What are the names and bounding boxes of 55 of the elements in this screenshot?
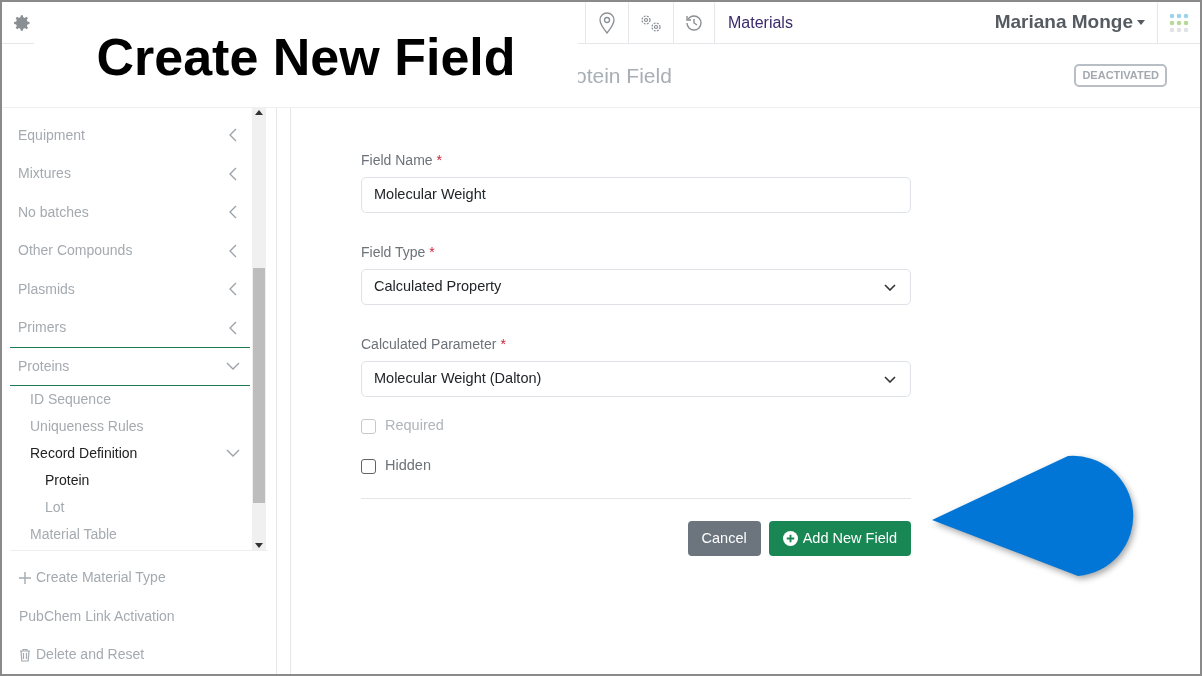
chevron-left-icon[interactable] [229,166,237,181]
chevron-down-icon[interactable] [226,449,240,457]
required-asterisk: * [500,335,506,352]
field-label: Field Type [361,243,426,260]
scroll-up-icon[interactable] [255,110,263,115]
checkbox[interactable] [361,458,376,474]
chevron-left-icon[interactable] [229,205,237,220]
chevron-left-icon[interactable] [229,282,237,297]
input-field[interactable]: Molecular Weight [361,177,911,213]
scrollbar[interactable] [252,108,266,550]
sidebar-item[interactable]: Proteins [18,355,70,377]
sidebar-item[interactable]: Protein [45,469,90,491]
select-field[interactable]: Molecular Weight (Dalton) [361,361,911,397]
select-field[interactable]: Calculated Property [361,269,911,305]
checkbox-label: Required [385,416,444,436]
required-asterisk: * [429,243,435,260]
checkbox-label: Hidden [385,456,431,476]
scroll-down-icon[interactable] [255,542,263,548]
plus-icon [19,571,31,584]
sidebar-item[interactable]: Material Table [30,523,117,545]
chevron-left-icon[interactable] [229,243,237,258]
trash-icon [19,647,31,662]
sidebar-item[interactable]: Mixtures [18,163,71,185]
sidebar-item[interactable]: ID Sequence [30,388,111,410]
sidebar-item[interactable]: Plasmids [18,278,75,300]
field-label: Calculated Parameter [361,335,497,352]
chevron-left-icon[interactable] [229,128,237,143]
chevron-down-icon[interactable] [226,362,240,371]
sidebar-item[interactable]: Other Compounds [18,240,133,262]
plus-circle-icon [782,531,798,546]
user-menu[interactable]: Mariana Monge [994,8,1157,37]
section-link[interactable]: Materials [728,10,793,35]
sidebar-item[interactable]: Primers [18,317,67,339]
chevron-down-icon [884,283,896,291]
sidebar-item[interactable]: Record Definition [30,442,138,464]
delete-link[interactable]: Delete and Reset [10,635,276,674]
chevron-left-icon[interactable] [229,320,237,335]
sidebar-item[interactable]: Uniqueness Rules [30,415,144,437]
sidebar-item[interactable]: No batches [18,201,89,223]
scrollbar-thumb[interactable] [253,268,265,503]
location-pin-icon[interactable] [597,10,617,35]
required-asterisk: * [436,151,443,168]
settings-icon[interactable] [12,12,32,33]
add-field-button[interactable]: Add New Field [768,521,911,556]
status-badge: DEACTIVATED [1074,64,1167,87]
sidebar-item[interactable]: Lot [45,496,65,518]
sidebar-link[interactable]: PubChem Link Activation [10,597,276,636]
cancel-button[interactable]: Cancel [687,521,761,556]
create-link[interactable]: Create Material Type [10,558,276,597]
sidebar-item[interactable]: Equipment [18,124,85,146]
caret-icon [1137,20,1145,25]
field-label: Field Name [361,151,433,168]
apps-grid-icon[interactable] [1169,12,1189,33]
chevron-down-icon [884,375,896,383]
overlay-title: Create New Field [96,31,516,83]
